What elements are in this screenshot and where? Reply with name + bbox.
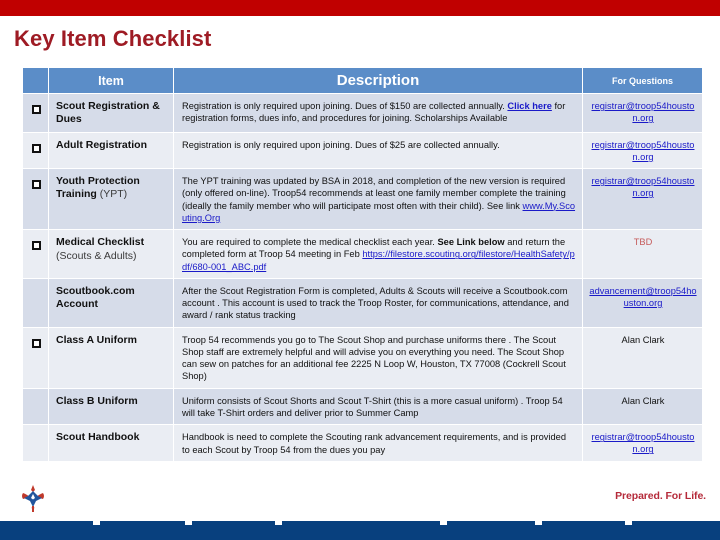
row-description-cell: The YPT training was updated by BSA in 2… <box>173 168 583 231</box>
description-text: You are required to complete the medical… <box>182 237 438 248</box>
row-item-label: Scoutbook.com Account <box>56 284 135 311</box>
contact-email-link[interactable]: advancement@troop54houston.org <box>589 286 696 308</box>
row-checkbox-cell[interactable] <box>22 93 49 133</box>
table-row: Class A Uniform Troop 54 recommends you g… <box>22 326 703 389</box>
row-description-cell: Registration is only required upon joini… <box>173 93 583 133</box>
checkbox-icon[interactable] <box>31 143 41 153</box>
row-item-cell: Scout Handbook <box>48 424 174 462</box>
footer-rule <box>0 519 720 520</box>
contact-email-link[interactable]: registrar@troop54houston.org <box>592 432 695 454</box>
bottom-blue-bar <box>0 521 720 540</box>
page-title: Key Item Checklist <box>14 26 212 51</box>
row-item-label: Scout Handbook <box>56 431 140 444</box>
key-item-checklist-table-wrapper: Item Description For Questions Scout Reg… <box>22 67 703 462</box>
row-item-sublabel: (Scouts & Adults) <box>56 249 137 262</box>
row-item-label: Scout Registration & Dues <box>56 100 160 126</box>
top-red-bar <box>0 0 720 16</box>
description-text: The YPT training was updated by BSA in 2… <box>182 176 566 211</box>
table-row: Youth Protection Training (YPT) The YPT t… <box>22 168 703 231</box>
row-item-cell: Class B Uniform <box>48 387 174 426</box>
description-text: After the Scout Registration Form is com… <box>182 285 569 321</box>
bottom-bar-notch <box>275 521 282 525</box>
bottom-bar-notch <box>93 521 100 525</box>
bottom-bar-notch <box>625 521 632 525</box>
row-item-cell: Medical Checklist (Scouts & Adults) <box>48 229 174 279</box>
column-header-questions: For Questions <box>582 67 703 94</box>
table-body: Scout Registration & Dues Registration is… <box>22 93 703 462</box>
description-text: Handbook is need to complete the Scoutin… <box>182 432 566 455</box>
contact-name-text: Alan Clark <box>621 395 665 406</box>
row-questions-cell[interactable]: registrar@troop54houston.org <box>582 93 703 133</box>
contact-email-link[interactable]: registrar@troop54houston.org <box>592 101 695 123</box>
bsa-fleur-de-lis-icon <box>22 485 44 512</box>
row-checkbox-cell[interactable] <box>22 131 49 170</box>
row-questions-cell[interactable]: registrar@troop54houston.org <box>582 131 703 170</box>
row-checkbox-cell[interactable] <box>22 229 49 279</box>
contact-email-link[interactable]: registrar@troop54houston.org <box>592 140 695 162</box>
checkbox-icon[interactable] <box>31 241 41 251</box>
key-item-checklist-table: Item Description For Questions Scout Reg… <box>22 67 703 462</box>
bottom-bar-notch <box>535 521 542 525</box>
checkbox-icon[interactable] <box>31 105 41 114</box>
row-questions-cell: Alan Clark <box>582 387 703 426</box>
checkbox-icon[interactable] <box>31 180 41 190</box>
slide-page: Key Item Checklist Item Description For … <box>0 0 720 540</box>
contact-email-link[interactable]: registrar@troop54houston.org <box>592 176 695 198</box>
row-description-cell: You are required to complete the medical… <box>173 229 583 279</box>
table-header-row: Item Description For Questions <box>22 67 703 94</box>
description-emphasis: See Link below <box>437 237 505 248</box>
row-item-cell: Scout Registration & Dues <box>48 93 174 133</box>
table-row: Adult Registration Registration is only r… <box>22 131 703 170</box>
row-questions-cell: TBD <box>582 229 703 279</box>
row-item-cell: Scoutbook.com Account <box>48 277 174 328</box>
column-header-checkbox <box>22 67 49 94</box>
row-item-label: Class A Uniform <box>56 333 137 346</box>
row-description-cell: Uniform consists of Scout Shorts and Sco… <box>173 387 583 426</box>
table-row: Scout Registration & Dues Registration is… <box>22 93 703 133</box>
table-header: Item Description For Questions <box>22 67 703 94</box>
row-item-label: Medical Checklist <box>56 236 145 249</box>
row-questions-cell[interactable]: registrar@troop54houston.org <box>582 168 703 231</box>
bsa-tagline: Prepared. For Life. <box>615 490 706 502</box>
description-text: Uniform consists of Scout Shorts and Sco… <box>182 395 563 419</box>
contact-tbd-text: TBD <box>633 237 653 248</box>
row-questions-cell[interactable]: registrar@troop54houston.org <box>582 424 703 462</box>
table-row: Scoutbook.com Account After the Scout Reg… <box>22 277 703 328</box>
bottom-bar-notch <box>185 521 192 525</box>
row-checkbox-cell[interactable] <box>22 168 49 231</box>
row-item-label: Adult Registration <box>56 138 147 151</box>
description-text: Registration is only required upon joini… <box>182 101 508 111</box>
checkbox-icon[interactable] <box>31 338 41 348</box>
row-description-cell: After the Scout Registration Form is com… <box>173 277 583 328</box>
row-questions-cell[interactable]: advancement@troop54houston.org <box>582 277 703 328</box>
row-item-cell: Class A Uniform <box>48 326 174 389</box>
row-checkbox-cell <box>22 424 49 462</box>
column-header-item: Item <box>48 67 174 94</box>
row-checkbox-cell[interactable] <box>22 326 49 389</box>
table-row: Medical Checklist (Scouts & Adults) You ar… <box>22 229 703 279</box>
contact-name-text: Alan Clark <box>621 334 665 345</box>
column-header-description: Description <box>173 67 583 94</box>
bottom-bar-notch <box>440 521 447 525</box>
row-description-cell: Handbook is need to complete the Scoutin… <box>173 424 583 462</box>
row-item-cell: Adult Registration <box>48 131 174 170</box>
row-description-cell: Troop 54 recommends you go to The Scout … <box>173 326 583 389</box>
row-questions-cell: Alan Clark <box>582 326 703 389</box>
description-text: Registration is only required upon joini… <box>182 139 500 150</box>
table-row: Scout Handbook Handbook is need to comple… <box>22 424 703 462</box>
row-item-label: Class B Uniform <box>56 394 138 407</box>
row-item-sublabel: (YPT) <box>96 188 128 201</box>
row-item-cell: Youth Protection Training (YPT) <box>48 168 174 231</box>
table-row: Class B Uniform Uniform consists of Scout… <box>22 387 703 426</box>
row-checkbox-cell <box>22 277 49 328</box>
row-checkbox-cell <box>22 387 49 426</box>
description-text: Troop 54 recommends you go to The Scout … <box>182 334 566 382</box>
row-description-cell: Registration is only required upon joini… <box>173 131 583 170</box>
description-link[interactable]: Click here <box>507 101 551 111</box>
